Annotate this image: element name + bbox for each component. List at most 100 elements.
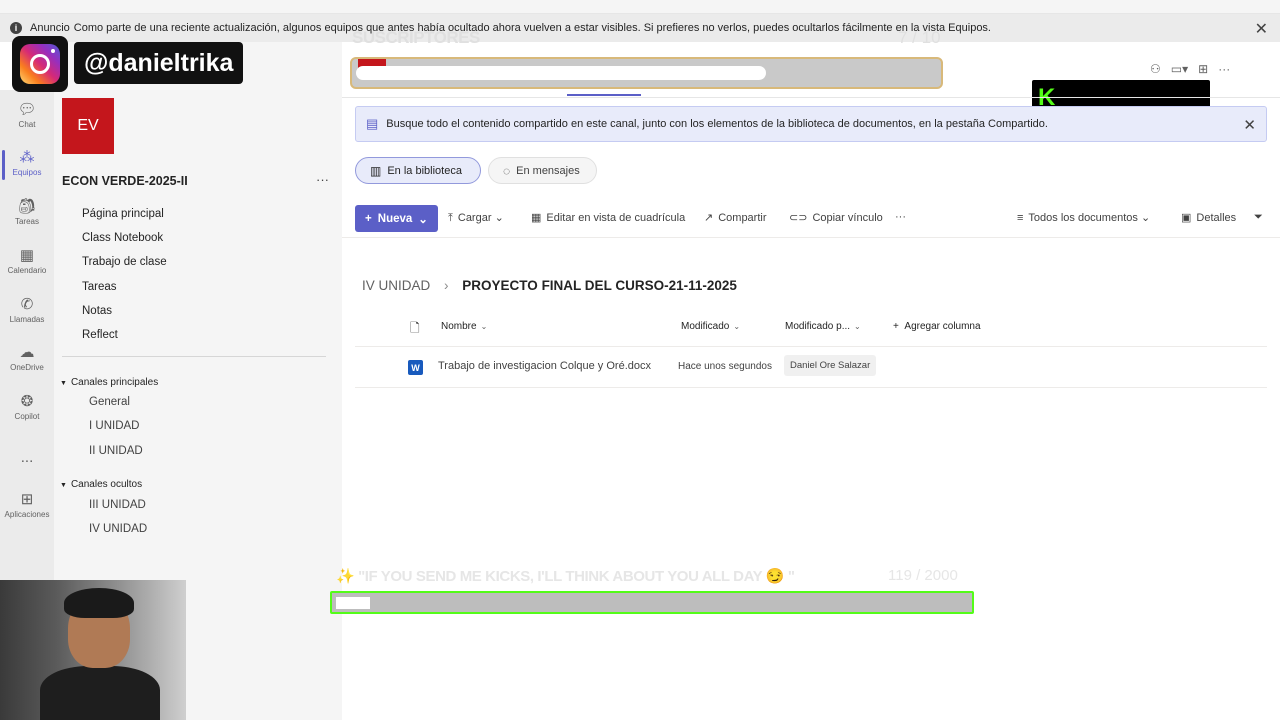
smirk-emoji-icon: 😏 (765, 568, 785, 585)
share-button[interactable]: ↗ Compartir (704, 211, 767, 224)
breadcrumb-parent[interactable]: IV UNIDAD (362, 278, 430, 293)
rail-more[interactable]: ... (0, 448, 54, 468)
team-avatar[interactable]: EV (62, 98, 114, 154)
new-button[interactable]: + Nueva ⌄ (355, 205, 438, 232)
chevron-down-icon: ⌄ (1140, 212, 1151, 224)
section-hidden-channels[interactable]: ▼ Canales ocultos (60, 479, 142, 490)
column-label: Modificado (681, 321, 730, 332)
rail-chat[interactable]: 💬︎ Chat (0, 100, 54, 129)
column-name[interactable]: Nombre ⌄ (441, 321, 487, 332)
nav-home[interactable]: Página principal (82, 208, 164, 220)
grid-edit-label: Editar en vista de cuadrícula (546, 212, 686, 224)
nav-reflect[interactable]: Reflect (82, 329, 118, 341)
pill-label: En mensajes (516, 164, 580, 177)
chevron-down-icon: ⌄ (418, 213, 428, 226)
channel-general[interactable]: General (89, 396, 130, 408)
sidebar-divider (62, 356, 326, 357)
nav-grades[interactable]: Notas (82, 305, 112, 317)
rail-apps[interactable]: ⊞ Aplicaciones (0, 490, 54, 519)
caret-down-icon: ▼ (60, 380, 67, 387)
close-banner-icon[interactable]: ✕ (1243, 116, 1256, 134)
details-button[interactable]: ▣ Detalles (1181, 211, 1236, 224)
chevron-down-icon: ⌄ (733, 322, 741, 331)
rail-label: Aplicaciones (4, 510, 50, 519)
info-banner: ▤ Busque todo el contenido compartido en… (355, 106, 1267, 142)
cloud-icon: ☁ (19, 344, 35, 361)
rail-calendar[interactable]: ▦ Calendario (0, 246, 54, 275)
filter-icon[interactable]: ⏷ (1254, 211, 1263, 224)
rail-tasks[interactable]: 🎒︎ Tareas (0, 197, 54, 226)
rail-label: Llamadas (9, 315, 45, 324)
rail-copilot[interactable]: ❂ Copilot (0, 392, 54, 421)
rail-label: Copilot (14, 412, 40, 421)
channel-iv-unidad[interactable]: IV UNIDAD (89, 523, 147, 535)
header-divider (342, 97, 1280, 98)
more-icon: ... (20, 449, 34, 466)
team-name[interactable]: ECON VERDE-2025-II (62, 174, 188, 188)
file-type-icon[interactable]: 🗋 (410, 319, 420, 340)
kick-message-end: " (787, 568, 795, 585)
upload-label: Cargar (457, 212, 492, 224)
nav-assignments[interactable]: Tareas (82, 281, 117, 293)
team-more-icon[interactable]: ··· (316, 172, 329, 187)
close-announcement-icon[interactable]: ✕ (1255, 19, 1268, 39)
grid-icon[interactable]: ⊞ (1198, 62, 1208, 76)
library-icon: ▥ (370, 163, 382, 178)
view-selector[interactable]: ≡ Todos los documentos ⌄ (1017, 211, 1150, 224)
teams-icon: ⁂ (19, 149, 35, 166)
rail-label: Chat (18, 120, 36, 129)
upload-icon: ⤒ (448, 212, 453, 224)
calendar-icon: ▦ (19, 247, 35, 264)
column-label: Agregar columna (904, 321, 981, 332)
subscribers-label: SUSCRIPTORES (352, 28, 480, 47)
more-options-icon[interactable]: ··· (1218, 62, 1230, 76)
apps-icon: ⊞ (20, 491, 34, 508)
goal-bar-fill (356, 66, 766, 80)
more-commands-button[interactable]: ··· (895, 211, 906, 223)
people-icon[interactable]: ⚇ (1150, 62, 1161, 76)
column-modified-by[interactable]: Modificado p... ⌄ (785, 321, 861, 332)
upload-button[interactable]: ⤒ Cargar ⌄ (448, 211, 504, 225)
main-pane (342, 42, 1280, 720)
file-modified: Hace unos segundos (678, 361, 772, 372)
filter-library[interactable]: ▥ En la biblioteca (355, 157, 481, 184)
command-bar-divider (342, 237, 1280, 238)
filter-messages[interactable]: ◌ En mensajes (488, 157, 597, 184)
chat-icon: 💬︎ (17, 101, 37, 118)
rail-teams[interactable]: ⁂ Equipos (0, 148, 54, 180)
rail-calls[interactable]: ✆ Llamadas (0, 295, 54, 324)
info-icon: i (10, 22, 22, 34)
rail-onedrive[interactable]: ☁ OneDrive (0, 343, 54, 372)
file-name[interactable]: Trabajo de investigacion Colque y Oré.do… (438, 360, 651, 372)
share-label: Compartir (718, 212, 767, 224)
view-label: Todos los documentos (1028, 212, 1138, 224)
nav-class-notebook[interactable]: Class Notebook (82, 232, 163, 244)
grid-edit-button[interactable]: ▦ Editar en vista de cuadrícula (531, 211, 685, 224)
add-column-button[interactable]: + Agregar columna (893, 321, 981, 332)
pill-label: En la biblioteca (387, 164, 462, 177)
section-title: Canales principales (70, 377, 159, 388)
list-icon: ≡ (1017, 212, 1024, 224)
details-icon: ▣ (1181, 212, 1192, 224)
section-main-channels[interactable]: ▼ Canales principales (60, 377, 158, 388)
announcement-lead: Anuncio (30, 22, 70, 34)
plus-icon: + (365, 212, 372, 225)
channel-ii-unidad[interactable]: II UNIDAD (89, 445, 143, 457)
phone-icon: ✆ (20, 296, 34, 313)
column-modified[interactable]: Modificado ⌄ (681, 321, 740, 332)
channel-iii-unidad[interactable]: III UNIDAD (89, 499, 146, 511)
link-icon: ⊂⊃ (789, 212, 808, 224)
info-icon: ▤ (366, 116, 379, 131)
copy-link-button[interactable]: ⊂⊃ Copiar vínculo (789, 211, 883, 224)
row-divider (355, 387, 1267, 388)
chevron-down-icon: ⌄ (854, 322, 861, 331)
modified-by-chip[interactable]: Daniel Ore Salazar (784, 355, 877, 376)
nav-classwork[interactable]: Trabajo de clase (82, 256, 167, 268)
copilot-icon: ❂ (20, 393, 34, 410)
announcement-text: Como parte de una reciente actualización… (73, 22, 991, 34)
breadcrumb: IV UNIDAD › PROYECTO FINAL DEL CURSO-21-… (362, 278, 737, 293)
active-tab-indicator (567, 94, 641, 96)
video-call-icon[interactable]: ▭▾ (1171, 62, 1188, 76)
channel-i-unidad[interactable]: I UNIDAD (89, 420, 139, 432)
kick-goal-fill (336, 597, 370, 609)
